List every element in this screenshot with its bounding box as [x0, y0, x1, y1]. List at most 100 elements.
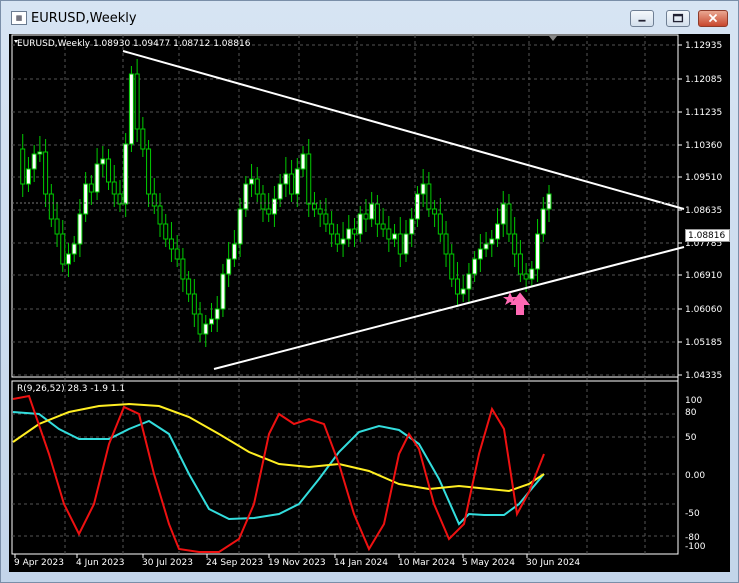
candle-body — [500, 203, 506, 225]
minimize-button[interactable] — [630, 10, 654, 27]
indicator-tick-label: 50 — [685, 433, 697, 443]
candle-body — [168, 238, 174, 250]
price-pane — [11, 34, 679, 378]
candle-body — [271, 198, 277, 215]
candle-body — [65, 253, 71, 265]
indicator-tick-label: -50 — [685, 509, 700, 519]
candle-body — [157, 205, 163, 225]
candle-body — [128, 73, 134, 145]
chart-area[interactable]: EURUSD,Weekly 1.08930 1.09477 1.08712 1.… — [9, 34, 730, 572]
candle-body — [472, 258, 478, 275]
candle-body — [220, 273, 226, 310]
candle-body — [88, 183, 94, 193]
candle-body — [374, 203, 380, 225]
candle-body — [48, 193, 54, 220]
candle-body — [517, 253, 523, 275]
price-tick-label: 1.10360 — [685, 141, 722, 151]
close-button[interactable] — [698, 10, 728, 27]
candle-body — [529, 268, 535, 280]
candle-body — [100, 158, 106, 165]
current-price-label: 1.08816 — [685, 229, 730, 242]
indicator-header: R(9,26,52) 28.3 -1.9 1.1 — [17, 384, 125, 394]
candle-body — [540, 208, 546, 235]
time-axis: 9 Apr 2023 4 Jun 2023 30 Jul 2023 24 Sep 20… — [14, 554, 580, 568]
date-tick-label: 14 Jan 2024 — [334, 558, 388, 568]
candle-body — [111, 181, 117, 195]
restore-icon — [672, 13, 684, 23]
candle-body — [123, 143, 129, 205]
candle-body — [334, 233, 340, 245]
candle-body — [266, 208, 272, 215]
candle-body — [191, 293, 197, 315]
candle-body — [380, 223, 386, 230]
candle-body — [226, 258, 232, 275]
candle-body — [346, 228, 352, 240]
date-tick-label: 10 Mar 2024 — [398, 558, 455, 568]
title-bar[interactable]: ▦ EURUSD,Weekly — [1, 1, 738, 35]
candle-body — [134, 73, 140, 130]
candle-body — [443, 233, 449, 255]
candle-body — [535, 233, 541, 270]
candle-body — [363, 213, 369, 220]
candle-body — [146, 148, 152, 195]
indicator-tick-label: 80 — [685, 408, 697, 418]
candle-body — [477, 248, 483, 260]
candle-body — [214, 308, 220, 320]
candle-body — [414, 193, 420, 220]
candle-body — [329, 223, 335, 235]
candle-body — [340, 238, 346, 245]
candle-body — [420, 183, 426, 195]
candle-body — [392, 233, 398, 240]
candle-body — [71, 243, 77, 255]
price-tick-label: 1.09510 — [685, 173, 722, 183]
price-tick-label: 1.04335 — [685, 371, 722, 381]
candle-body — [180, 258, 186, 280]
candle-body — [283, 173, 289, 185]
maximize-button[interactable] — [666, 10, 690, 27]
candle-body — [454, 278, 460, 295]
date-tick-label: 30 Jul 2023 — [142, 558, 193, 568]
candle-body — [43, 151, 49, 195]
candle-body — [489, 238, 495, 245]
candle-body — [317, 208, 323, 215]
candle-body — [523, 273, 529, 280]
candle-body — [460, 288, 466, 295]
price-tick-label: 1.06060 — [685, 305, 722, 315]
indicator-pane — [11, 380, 679, 555]
price-tick-label: 1.05185 — [685, 338, 722, 348]
chart-canvas[interactable]: EURUSD,Weekly 1.08930 1.09477 1.08712 1.… — [9, 34, 730, 572]
candle-body — [231, 243, 237, 260]
candle-body — [306, 153, 312, 205]
price-tick-label: 1.11235 — [685, 108, 722, 118]
candle-body — [243, 183, 249, 210]
date-tick-label: 24 Sep 2023 — [206, 558, 263, 568]
candle-body — [323, 213, 329, 225]
candle-body — [449, 253, 455, 280]
candle-body — [197, 313, 203, 335]
date-tick-label: 5 May 2024 — [462, 558, 515, 568]
candle-body — [106, 158, 112, 183]
candle-body — [254, 178, 260, 195]
indicator-tick-label: -100 — [685, 542, 706, 552]
candle-body — [20, 148, 26, 185]
price-tick-label: 1.12935 — [685, 41, 722, 51]
candle-body — [437, 213, 443, 235]
candle-body — [432, 208, 438, 215]
candle-body — [466, 273, 472, 290]
date-tick-label: 4 Jun 2023 — [76, 558, 124, 568]
candle-body — [386, 228, 392, 240]
price-tick-label: 1.08635 — [685, 206, 722, 216]
candle-body — [208, 318, 214, 325]
candle-body — [203, 323, 209, 335]
candle-body — [25, 168, 31, 185]
candle-body — [94, 163, 100, 193]
candle-body — [249, 178, 255, 185]
chart-window: ▦ EURUSD,Weekly EURUSD,Weekly 1.08930 1.… — [0, 0, 739, 583]
date-tick-label: 19 Nov 2023 — [268, 558, 326, 568]
price-tick-label: 1.12085 — [685, 75, 722, 85]
candle-body — [37, 151, 43, 155]
candle-body — [352, 228, 358, 235]
candle-body — [397, 233, 403, 255]
candle-body — [289, 173, 295, 195]
candle-body — [294, 168, 300, 195]
